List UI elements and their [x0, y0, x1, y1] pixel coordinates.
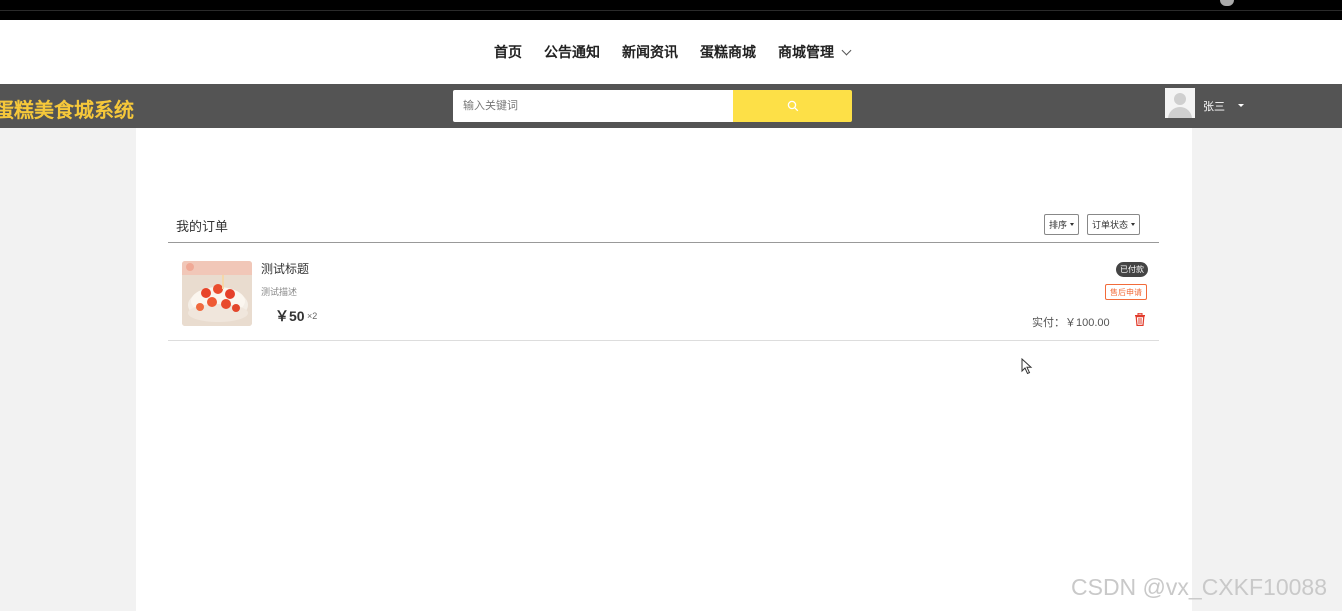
product-price: ￥50 [275, 308, 305, 324]
nav-item-home[interactable]: 首页 [494, 42, 522, 62]
search-box [453, 90, 852, 122]
nav-label: 首页 [494, 44, 522, 60]
caret-down-icon [1070, 223, 1075, 226]
nav-item-news[interactable]: 新闻资讯 [622, 42, 678, 62]
main-content: 我的订单 排序 订单状态 测试标题 测试描述 ￥50 ×2 已付款 售后申请 实… [136, 128, 1192, 611]
chevron-down-icon [841, 45, 852, 55]
order-row[interactable]: 测试标题 测试描述 ￥50 ×2 已付款 售后申请 实付：￥100.00 [168, 243, 1159, 341]
product-title[interactable]: 测试标题 [261, 260, 309, 277]
product-description: 测试描述 [261, 287, 298, 297]
nav-item-announcements[interactable]: 公告通知 [544, 42, 600, 62]
paid-total: 实付：￥100.00 [1032, 317, 1110, 329]
nav-item-cake-shop[interactable]: 蛋糕商城 [700, 42, 756, 62]
os-title-bar [0, 0, 1342, 20]
cake-image [182, 261, 252, 326]
status-badge: 已付款 [1116, 262, 1148, 277]
orders-header: 我的订单 排序 订单状态 [168, 214, 1159, 243]
nav-item-shop-management[interactable]: 商城管理 [778, 42, 852, 62]
nav-label: 公告通知 [544, 44, 600, 60]
nav-label: 新闻资讯 [622, 44, 678, 60]
username[interactable]: 张三 [1203, 98, 1225, 114]
after-sale-button[interactable]: 售后申请 [1105, 284, 1147, 300]
avatar-body [1168, 107, 1192, 118]
product-quantity: ×2 [307, 311, 318, 321]
avatar-head [1174, 93, 1186, 105]
header-bar: 蛋糕美食城系统 张三 [0, 84, 1342, 128]
nav-label: 蛋糕商城 [700, 44, 756, 60]
nav-label: 商城管理 [778, 44, 834, 60]
trash-icon[interactable] [1134, 313, 1146, 326]
mouse-cursor-icon [1021, 358, 1033, 375]
site-brand[interactable]: 蛋糕美食城系统 [0, 94, 134, 123]
search-input[interactable] [453, 90, 733, 122]
title-bar-divider [0, 10, 1342, 11]
account-icon [1220, 0, 1234, 6]
product-image[interactable] [182, 261, 252, 326]
sort-dropdown[interactable]: 排序 [1044, 214, 1080, 235]
status-filter-label: 订单状态 [1092, 220, 1129, 230]
watermark: CSDN @vx_CXKF10088 [1071, 574, 1327, 600]
caret-down-icon [1131, 223, 1136, 226]
search-icon [787, 100, 798, 112]
top-navigation: 首页 公告通知 新闻资讯 蛋糕商城 商城管理 [0, 20, 1342, 84]
avatar[interactable] [1165, 88, 1195, 118]
page-title: 我的订单 [176, 219, 229, 234]
search-button[interactable] [733, 90, 852, 122]
caret-down-icon[interactable] [1238, 104, 1244, 107]
status-filter-dropdown[interactable]: 订单状态 [1087, 214, 1141, 235]
sort-label: 排序 [1049, 220, 1068, 230]
